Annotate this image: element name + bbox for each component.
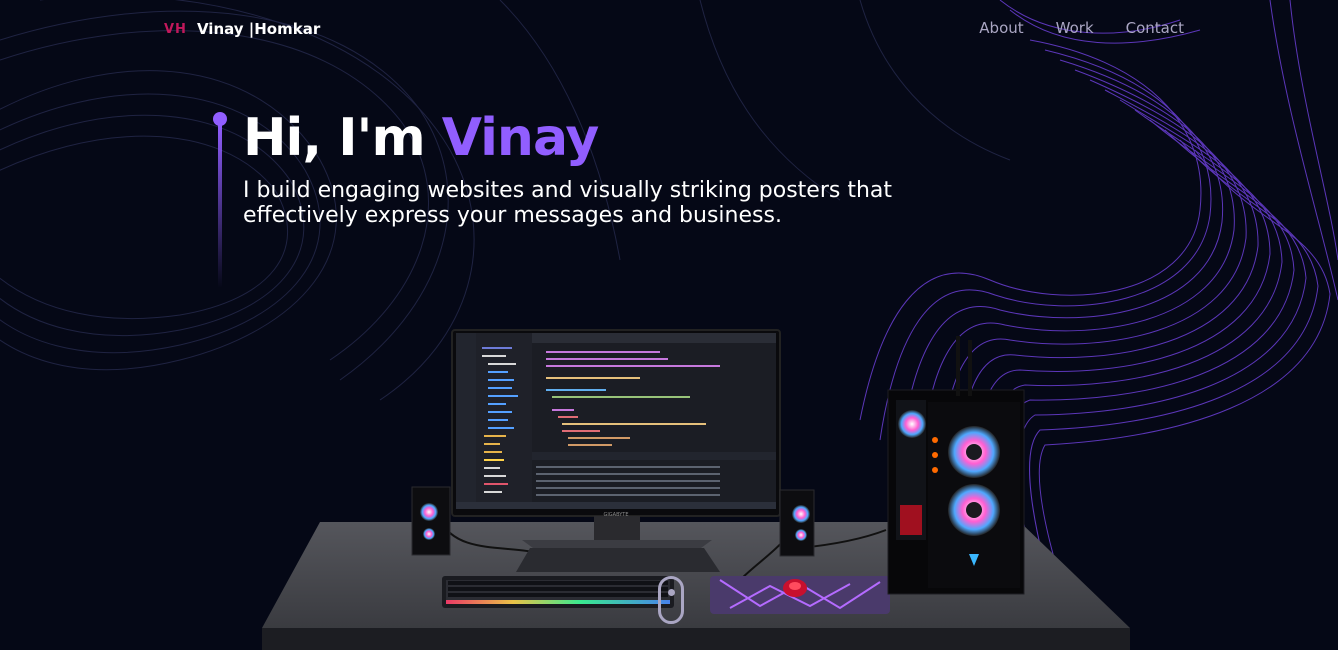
keyboard <box>442 576 674 608</box>
gaming-mouse <box>783 579 807 597</box>
left-speaker <box>411 486 451 556</box>
right-speaker <box>779 489 815 557</box>
scroll-dot <box>668 589 675 596</box>
pc-tower <box>887 336 1025 595</box>
desk-setup-3d-canvas[interactable]: GIGABYTE <box>0 0 1338 650</box>
scroll-down-indicator[interactable] <box>658 576 684 624</box>
